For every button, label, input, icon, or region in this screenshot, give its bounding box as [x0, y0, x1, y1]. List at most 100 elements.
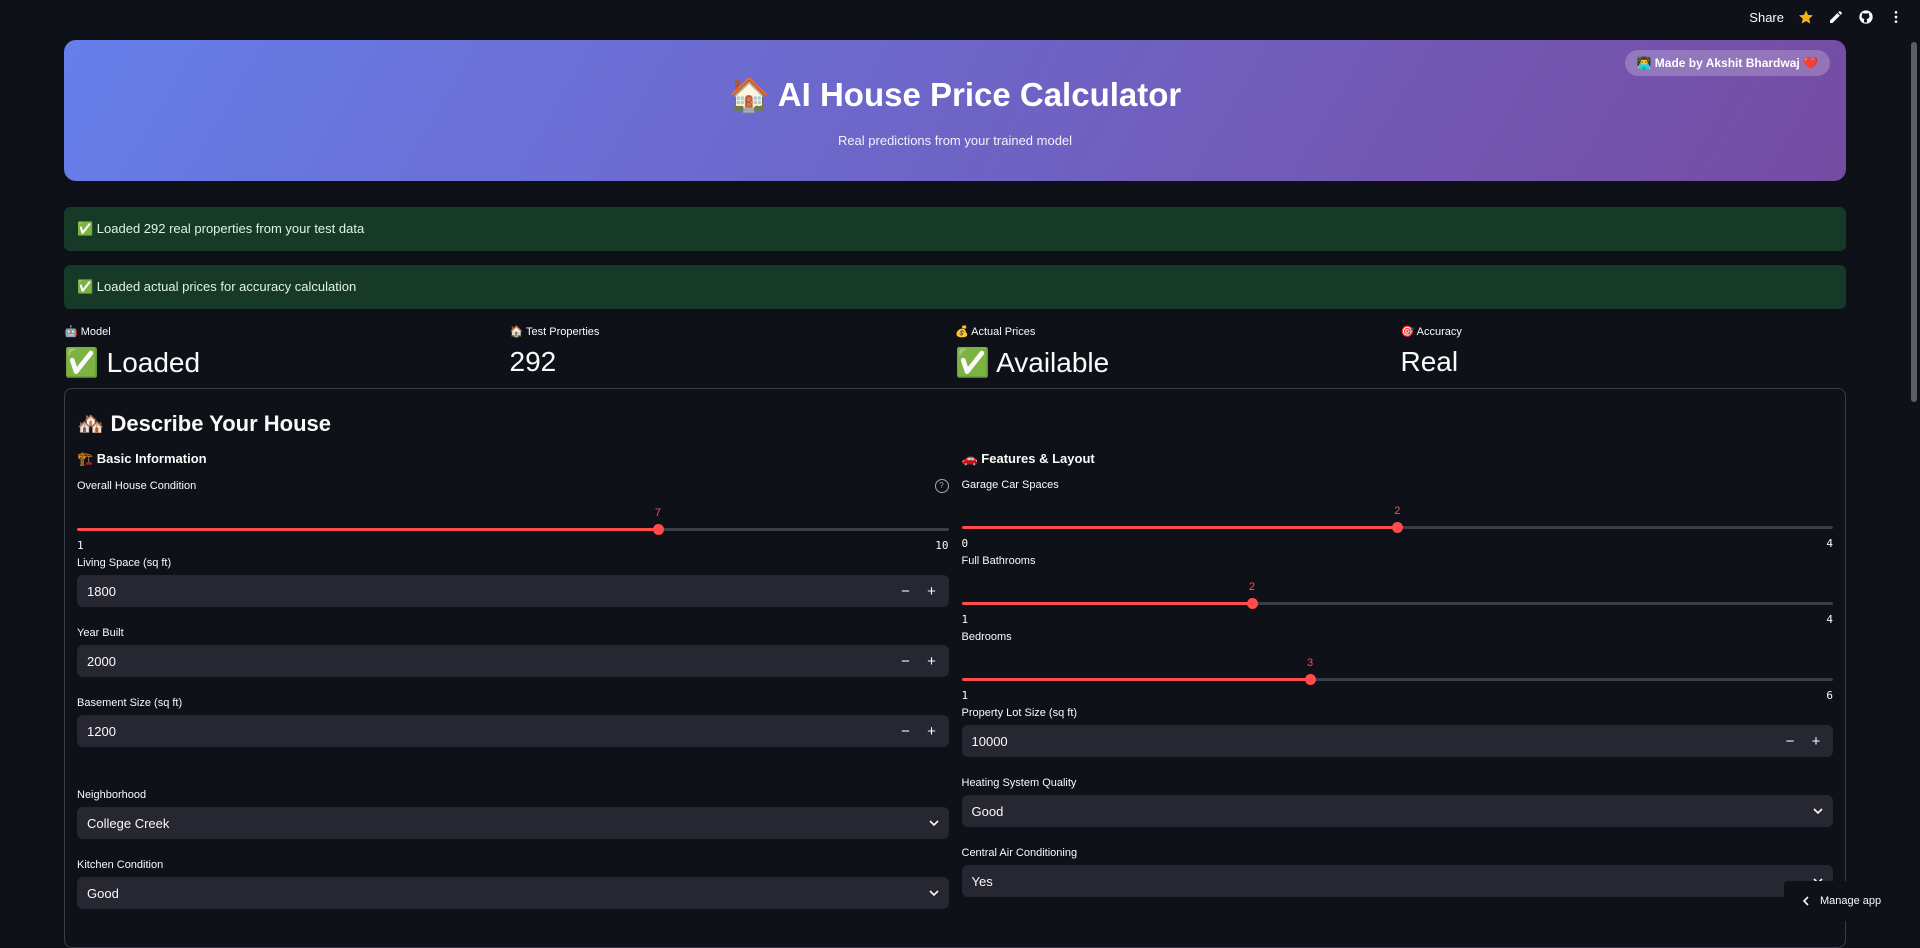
slider-value: 2: [1248, 581, 1256, 593]
manage-app-button[interactable]: Manage app: [1784, 881, 1920, 921]
basement-size-input[interactable]: 1200 − +: [77, 715, 949, 747]
bathrooms-label: Full Bathrooms: [961, 555, 1036, 567]
metric-label: 🤖 Model: [64, 326, 111, 338]
metric-label: 💰 Actual Prices: [955, 326, 1036, 338]
decrement-button[interactable]: −: [893, 653, 919, 670]
manage-app-label: Manage app: [1820, 895, 1882, 907]
neighborhood-label: Neighborhood: [77, 789, 147, 801]
living-space-label: Living Space (sq ft): [77, 557, 172, 569]
kebab-menu-icon[interactable]: [1888, 9, 1904, 25]
slider-max: 4: [1826, 613, 1833, 626]
slider-thumb[interactable]: [1392, 522, 1404, 533]
slider-min: 1: [961, 689, 969, 702]
increment-button[interactable]: +: [919, 723, 945, 740]
basement-size-label: Basement Size (sq ft): [77, 697, 183, 709]
chevron-down-icon: [928, 890, 939, 897]
slider-thumb[interactable]: [1246, 598, 1258, 609]
metric-accuracy: 🎯 Accuracy Real: [1401, 325, 1847, 379]
living-space-input[interactable]: 1800 − +: [77, 575, 949, 607]
metric-test-properties: 🏠 Test Properties 292: [510, 325, 956, 379]
slider-max: 4: [1826, 537, 1833, 550]
select-value: College Creek: [87, 815, 170, 831]
bedrooms-slider[interactable]: 3 1 6: [961, 649, 1833, 707]
select-value: Good: [87, 885, 119, 901]
metric-value: ✅ Available: [955, 347, 1110, 378]
slider-max: 6: [1826, 689, 1833, 702]
section-title-features: 🚗 Features & Layout: [961, 451, 1095, 466]
lot-size-label: Property Lot Size (sq ft): [961, 707, 1078, 719]
author-badge: 👨‍💻 Made by Akshit Bhardwaj ❤️: [1624, 50, 1830, 76]
success-alert-prices: ✅ Loaded actual prices for accuracy calc…: [64, 265, 1846, 309]
basic-info-column: 🏗️ Basic Information Overall House Condi…: [77, 451, 949, 929]
success-alert-properties: ✅ Loaded 292 real properties from your t…: [64, 207, 1846, 251]
section-title-basic: 🏗️ Basic Information: [77, 451, 207, 466]
lot-size-input[interactable]: 10000 − +: [961, 725, 1833, 757]
page-subtitle: Real predictions from your trained model: [837, 133, 1073, 148]
page-title: 🏠 AI House Price Calculator: [728, 76, 1182, 113]
help-icon[interactable]: ?: [934, 479, 949, 493]
metric-value: 292: [509, 346, 557, 377]
page-scrollbar[interactable]: [1911, 42, 1917, 402]
year-built-input[interactable]: 2000 − +: [77, 645, 949, 677]
metric-actual-prices: 💰 Actual Prices ✅ Available: [955, 325, 1401, 379]
bathrooms-slider[interactable]: 2 1 4: [961, 573, 1833, 631]
slider-value: 7: [654, 507, 662, 519]
metric-label: 🎯 Accuracy: [1400, 326, 1462, 338]
metrics-row: 🤖 Model ✅ Loaded 🏠 Test Properties 292 💰…: [64, 325, 1846, 379]
features-column: 🚗 Features & Layout Garage Car Spaces 2 …: [961, 451, 1833, 929]
slider-max: 10: [935, 539, 949, 552]
decrement-button[interactable]: −: [893, 583, 919, 600]
increment-button[interactable]: +: [919, 583, 945, 600]
slider-fill: [961, 526, 1398, 529]
kitchen-condition-label: Kitchen Condition: [77, 859, 164, 871]
increment-button[interactable]: +: [919, 653, 945, 670]
slider-value: 3: [1307, 657, 1314, 669]
pencil-icon[interactable]: [1828, 9, 1844, 25]
year-built-label: Year Built: [77, 627, 124, 639]
condition-label: Overall House Condition: [77, 480, 197, 492]
input-value[interactable]: 10000: [962, 734, 1778, 749]
input-value[interactable]: 1800: [77, 584, 893, 599]
garage-slider[interactable]: 2 0 4: [961, 497, 1833, 555]
metric-model: 🤖 Model ✅ Loaded: [64, 325, 510, 379]
decrement-button[interactable]: −: [893, 723, 919, 740]
chevron-down-icon: [928, 820, 939, 827]
select-value: Yes: [971, 873, 993, 889]
bedrooms-label: Bedrooms: [961, 631, 1012, 643]
chevron-down-icon: [1813, 808, 1823, 815]
house-form: 🏘️ Describe Your House 🏗️ Basic Informat…: [64, 388, 1846, 948]
chevron-left-icon: [1802, 896, 1809, 906]
slider-thumb[interactable]: [652, 524, 664, 535]
slider-min: 1: [961, 613, 969, 626]
main-content: 👨‍💻 Made by Akshit Bhardwaj ❤️ 🏠 AI Hous…: [64, 40, 1846, 948]
slider-fill: [77, 528, 658, 531]
garage-label: Garage Car Spaces: [961, 479, 1059, 491]
decrement-button[interactable]: −: [1777, 733, 1803, 750]
slider-min: 1: [77, 539, 84, 552]
condition-slider[interactable]: 7 1 10: [77, 499, 949, 557]
metric-value: ✅ Loaded: [64, 347, 201, 378]
input-value[interactable]: 1200: [77, 724, 893, 739]
metric-value: Real: [1400, 346, 1459, 377]
central-air-select[interactable]: Yes: [961, 865, 1833, 897]
neighborhood-select[interactable]: College Creek: [77, 807, 949, 839]
heating-quality-select[interactable]: Good: [961, 795, 1833, 827]
metric-label: 🏠 Test Properties: [509, 326, 600, 338]
star-icon[interactable]: [1798, 9, 1814, 25]
slider-value: 2: [1394, 505, 1401, 517]
form-title: 🏘️ Describe Your House: [77, 411, 331, 436]
github-icon[interactable]: [1858, 9, 1874, 25]
slider-fill: [961, 678, 1311, 681]
heating-quality-label: Heating System Quality: [961, 777, 1077, 789]
slider-min: 0: [961, 537, 969, 550]
top-toolbar: Share: [1749, 0, 1920, 34]
increment-button[interactable]: +: [1803, 733, 1829, 750]
central-air-label: Central Air Conditioning: [961, 847, 1078, 859]
hero-banner: 👨‍💻 Made by Akshit Bhardwaj ❤️ 🏠 AI Hous…: [64, 40, 1846, 181]
input-value[interactable]: 2000: [77, 654, 893, 669]
share-button[interactable]: Share: [1749, 10, 1784, 25]
kitchen-condition-select[interactable]: Good: [77, 877, 949, 909]
slider-fill: [961, 602, 1252, 605]
slider-thumb[interactable]: [1305, 674, 1317, 685]
select-value: Good: [971, 803, 1004, 819]
